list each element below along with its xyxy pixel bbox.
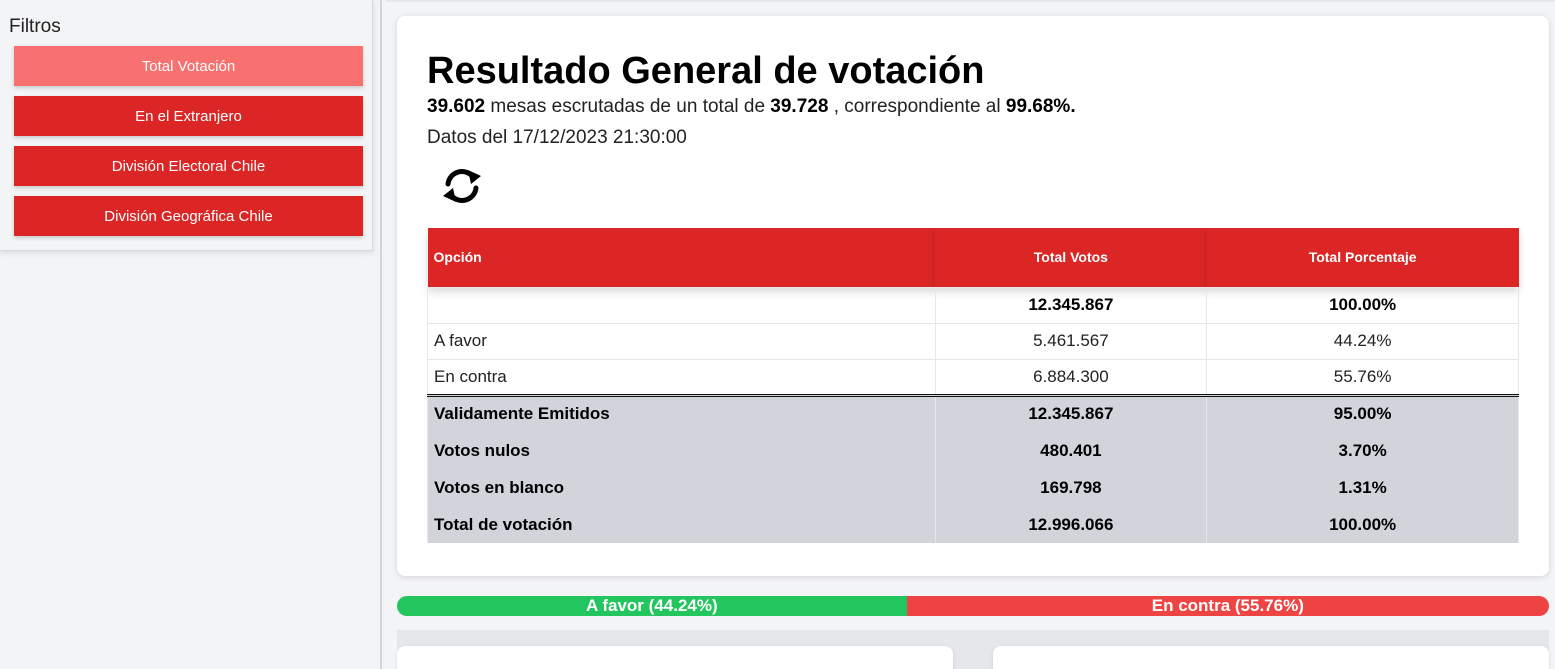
totals-row: Total de votación 12.996.066 100.00%	[427, 506, 1519, 543]
top-border	[386, 0, 1555, 2]
header-total-porcentaje[interactable]: Total Porcentaje	[1206, 228, 1519, 287]
cell-porcentaje: 55.76%	[1206, 358, 1519, 397]
summary-text-1: mesas escrutadas de un total de	[490, 96, 766, 117]
cell-votos: 6.884.300	[934, 358, 1208, 397]
results-card: Resultado General de votación 39.602 mes…	[397, 16, 1549, 576]
mesas-escrutadas-value: 39.602	[427, 96, 486, 117]
bottom-card-left	[397, 646, 953, 669]
table-row: 12.345.867 100.00%	[427, 286, 1519, 324]
cell-opcion	[427, 286, 936, 324]
page-title: Resultado General de votación	[427, 50, 985, 92]
header-total-votos[interactable]: Total Votos	[935, 228, 1207, 287]
porcentaje-value: 99.68%.	[1005, 96, 1076, 117]
totals-row: Votos en blanco 169.798 1.31%	[427, 469, 1519, 506]
cell-opcion: Votos en blanco	[427, 469, 936, 506]
cell-votos: 12.345.867	[934, 286, 1208, 324]
datos-timestamp: Datos del 17/12/2023 21:30:00	[427, 127, 687, 148]
cell-opcion: En contra	[427, 358, 936, 397]
totals-row: Validamente Emitidos 12.345.867 95.00%	[427, 395, 1519, 432]
total-mesas-value: 39.728	[770, 96, 829, 117]
cell-votos: 480.401	[934, 432, 1208, 469]
results-table: Opción Total Votos Total Porcentaje 12.3…	[427, 228, 1519, 543]
cell-porcentaje: 100.00%	[1206, 506, 1519, 543]
table-row: En contra 6.884.300 55.76%	[427, 358, 1519, 397]
filter-division-electoral-button[interactable]: División Electoral Chile	[14, 146, 363, 186]
cell-opcion: Total de votación	[427, 506, 936, 543]
cell-porcentaje: 1.31%	[1206, 469, 1519, 506]
cell-porcentaje: 3.70%	[1206, 432, 1519, 469]
filters-title: Filtros	[9, 16, 61, 37]
summary-text-2: , correspondiente al	[833, 96, 1001, 117]
cell-porcentaje: 95.00%	[1206, 395, 1519, 432]
cell-porcentaje: 100.00%	[1206, 286, 1519, 324]
cell-opcion: A favor	[427, 322, 936, 360]
cell-votos: 169.798	[934, 469, 1208, 506]
table-row: A favor 5.461.567 44.24%	[427, 322, 1519, 360]
cell-opcion: Validamente Emitidos	[427, 395, 936, 432]
filter-division-geografica-button[interactable]: División Geográfica Chile	[14, 196, 363, 236]
bottom-card-right	[993, 646, 1549, 669]
cell-opcion: Votos nulos	[427, 432, 936, 469]
totals-row: Votos nulos 480.401 3.70%	[427, 432, 1519, 469]
header-opcion[interactable]: Opción	[427, 228, 935, 287]
contra-segment: En contra (55.76%)	[906, 596, 1549, 616]
cell-votos: 5.461.567	[934, 322, 1208, 360]
panel-divider	[380, 0, 382, 669]
filters-panel: Filtros Total Votación En el Extranjero …	[0, 0, 373, 251]
cell-porcentaje: 44.24%	[1206, 322, 1519, 360]
filter-total-votacion-button[interactable]: Total Votación	[14, 46, 363, 86]
table-header-row: Opción Total Votos Total Porcentaje	[427, 228, 1519, 287]
refresh-icon[interactable]	[439, 166, 485, 206]
cell-votos: 12.996.066	[934, 506, 1208, 543]
summary-text: 39.602 mesas escrutadas de un total de 3…	[427, 96, 1076, 118]
favor-segment: A favor (44.24%)	[397, 596, 907, 616]
vote-split-bar: A favor (44.24%) En contra (55.76%)	[397, 596, 1549, 616]
filter-extranjero-button[interactable]: En el Extranjero	[14, 96, 363, 136]
cell-votos: 12.345.867	[934, 395, 1208, 432]
